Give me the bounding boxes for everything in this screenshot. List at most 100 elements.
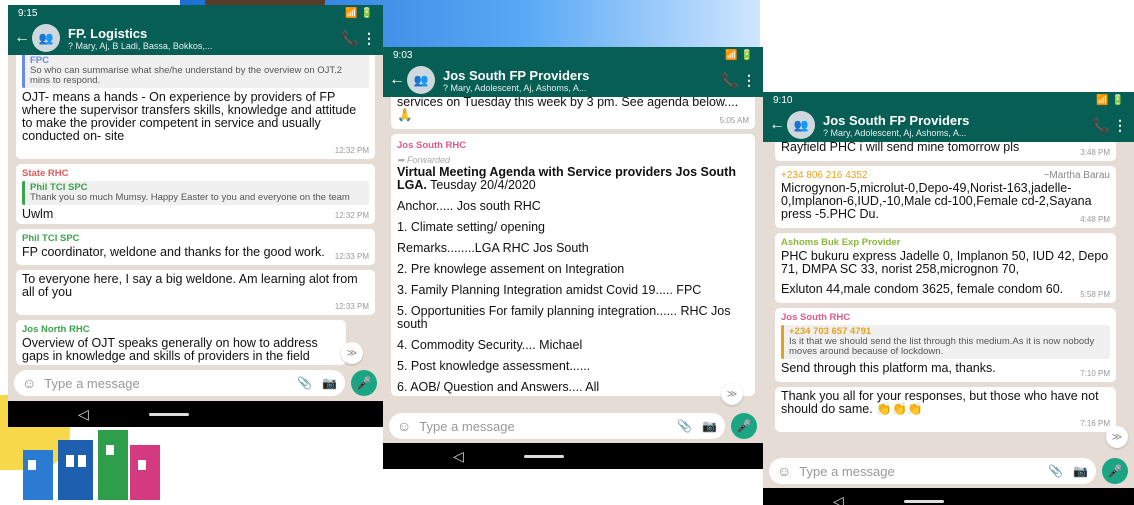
chat-header: ← 👥 Jos South FP Providers ? Mary, Adole… <box>383 63 763 97</box>
message: Rayfield PHC i will send mine tomorrow p… <box>775 142 1116 161</box>
mic-button[interactable]: 🎤 <box>351 370 377 396</box>
back-icon[interactable]: ← <box>14 29 30 47</box>
message: services on Tuesday this week by 3 pm. S… <box>391 97 755 129</box>
agenda-item: 4. Commodity Security.... Michael <box>397 338 583 352</box>
android-navbar: ◁ <box>8 401 383 427</box>
message-sender: State RHC <box>22 168 69 179</box>
nav-back-icon[interactable]: ◁ <box>453 448 464 465</box>
chat-title-area[interactable]: FP. Logistics ? Mary, Aj, B Ladi, Bassa,… <box>68 26 339 51</box>
message: Jos South RHC ➦ Forwarded Virtual Meetin… <box>391 134 755 396</box>
input-placeholder: Type a message <box>799 463 895 479</box>
forward-icon: ➦ <box>397 155 408 165</box>
menu-icon[interactable]: ⋮ <box>1112 117 1128 134</box>
agenda-item: 2. Pre knowlege assement on Integration <box>397 262 625 276</box>
chat-title: Jos South FP Providers <box>823 112 970 128</box>
nav-home-bar[interactable] <box>148 412 189 416</box>
agenda-list: Anchor..... Jos south RHC 1. Climate sett… <box>397 200 749 394</box>
chat-title-area[interactable]: Jos South FP Providers ? Mary, Adolescen… <box>823 113 1090 138</box>
message-input[interactable]: ☺ Type a message 📎 📷 <box>769 458 1096 484</box>
mic-button[interactable]: 🎤 <box>731 413 757 439</box>
chat-area: services on Tuesday this week by 3 pm. S… <box>383 97 763 417</box>
chat-header: ← 👥 Jos South FP Providers ? Mary, Adole… <box>763 108 1134 142</box>
chat-subtitle: ? Mary, Aj, B Ladi, Bassa, Bokkos,... <box>68 40 213 51</box>
message: State RHC Phil TCI SPC Thank you so much … <box>16 164 375 224</box>
phone-middle: 9:03 📶 🔋 ← 👥 Jos South FP Providers ? Mar… <box>383 47 763 469</box>
mic-button[interactable]: 🎤 <box>1102 458 1128 484</box>
message-composer: ☺ Type a message 📎 📷 🎤 <box>8 368 383 398</box>
nav-back-icon[interactable]: ◁ <box>833 493 844 505</box>
signal-icon: 📶 🔋 <box>345 7 373 19</box>
menu-icon[interactable]: ⋮ <box>741 72 757 89</box>
agenda-item: 1. Climate setting/ opening <box>397 220 546 234</box>
status-bar: 9:15 📶 🔋 <box>8 5 383 21</box>
forwarded-label: Forwarded <box>407 155 451 165</box>
chat-area: FPC So who can summarise what she/he unde… <box>8 55 383 375</box>
message-time: 7:16 PM <box>1080 419 1110 428</box>
message: Thank you all for your responses, but th… <box>775 387 1116 432</box>
nav-home-bar[interactable] <box>903 499 944 503</box>
attach-icon[interactable]: 📎 <box>677 419 692 433</box>
houses-logo <box>23 430 160 500</box>
message-input[interactable]: ☺ Type a message 📎 📷 <box>389 413 725 439</box>
status-bar: 9:03 📶 🔋 <box>383 47 763 63</box>
quote-text: Thank you so much Mumsy. Happy Easter to… <box>30 192 350 203</box>
scroll-down-button[interactable]: ≫ <box>341 342 363 364</box>
message-input[interactable]: ☺ Type a message 📎 📷 <box>14 370 345 396</box>
chat-area: Rayfield PHC i will send mine tomorrow p… <box>763 142 1134 460</box>
message-text: Uwlm <box>22 207 54 221</box>
agenda-item: 5. Post knowledge assessment...... <box>397 359 591 373</box>
phone-left: 9:15 📶 🔋 ← 👥 FP. Logistics ? Mary, Aj, B … <box>8 5 383 427</box>
status-time: 9:10 <box>773 94 793 106</box>
agenda-item: Anchor..... Jos south RHC <box>397 199 541 213</box>
message: Jos North RHC Overview of OJT speaks gen… <box>16 320 346 365</box>
quoted-message[interactable]: +234 703 657 4791 Is it that we should se… <box>781 325 1110 359</box>
scroll-down-button[interactable]: ≫ <box>721 383 743 405</box>
phone-right: 9:10 📶 🔋 ← 👥 Jos South FP Providers ? Mar… <box>763 92 1134 505</box>
agenda-item: Remarks........LGA RHC Jos South <box>397 241 589 255</box>
chat-title: Jos South FP Providers <box>443 67 590 83</box>
signal-icon: 📶 🔋 <box>725 49 753 61</box>
back-icon[interactable]: ← <box>389 71 405 89</box>
status-bar: 9:10 📶 🔋 <box>763 92 1134 108</box>
menu-icon[interactable]: ⋮ <box>361 30 377 47</box>
quoted-message[interactable]: FPC So who can summarise what she/he unde… <box>22 55 369 88</box>
attach-icon[interactable]: 📎 <box>297 376 312 390</box>
android-navbar: ◁ <box>383 443 763 469</box>
quoted-message[interactable]: Phil TCI SPC Thank you so much Mumsy. Hap… <box>22 181 369 205</box>
emoji-icon[interactable]: ☺ <box>777 463 791 479</box>
chat-title: FP. Logistics <box>68 25 148 41</box>
attach-icon[interactable]: 📎 <box>1048 464 1063 478</box>
group-avatar[interactable]: 👥 <box>32 24 60 52</box>
add-call-icon[interactable]: 📞 <box>1090 117 1112 134</box>
chat-subtitle: ? Mary, Adolescent, Aj, Ashoms, A... <box>823 127 967 138</box>
nav-home-bar[interactable] <box>523 454 564 458</box>
message-time: 12:32 PM <box>334 146 369 155</box>
message-time: 12:33 PM <box>334 302 369 311</box>
group-avatar[interactable]: 👥 <box>787 111 815 139</box>
camera-icon[interactable]: 📷 <box>322 376 337 390</box>
agenda-date: Teusday 20/4/2020 <box>430 178 536 192</box>
agenda-item: 6. AOB/ Question and Answers.... All <box>397 380 600 394</box>
emoji-icon[interactable]: ☺ <box>397 418 411 434</box>
nav-back-icon[interactable]: ◁ <box>78 406 89 423</box>
camera-icon[interactable]: 📷 <box>702 419 717 433</box>
emoji-icon[interactable]: ☺ <box>22 375 36 391</box>
message: To everyone here, I say a big weldone. A… <box>16 270 375 315</box>
back-icon[interactable]: ← <box>769 116 785 134</box>
camera-icon[interactable]: 📷 <box>1073 464 1088 478</box>
message-composer: ☺ Type a message 📎 📷 🎤 <box>763 456 1134 486</box>
message-text: Thank you all for your responses, but th… <box>781 389 1099 416</box>
chat-title-area[interactable]: Jos South FP Providers ? Mary, Adolescen… <box>443 68 719 93</box>
input-placeholder: Type a message <box>44 375 140 391</box>
agenda-item: 3. Family Planning Integration amidst Co… <box>397 283 702 297</box>
message-sender: Phil TCI SPC <box>22 233 80 244</box>
message: +234 806 216 4352 ~Martha Barau Microgyno… <box>775 166 1116 228</box>
chat-header: ← 👥 FP. Logistics ? Mary, Aj, B Ladi, Ba… <box>8 21 383 55</box>
input-placeholder: Type a message <box>419 418 515 434</box>
add-call-icon[interactable]: 📞 <box>719 72 741 89</box>
group-avatar[interactable]: 👥 <box>407 66 435 94</box>
message-composer: ☺ Type a message 📎 📷 🎤 <box>383 411 763 441</box>
message-text: PHC bukuru express Jadelle 0, Implanon 5… <box>781 249 1109 276</box>
scroll-down-button[interactable]: ≫ <box>1106 426 1128 448</box>
add-call-icon[interactable]: 📞 <box>339 30 361 47</box>
